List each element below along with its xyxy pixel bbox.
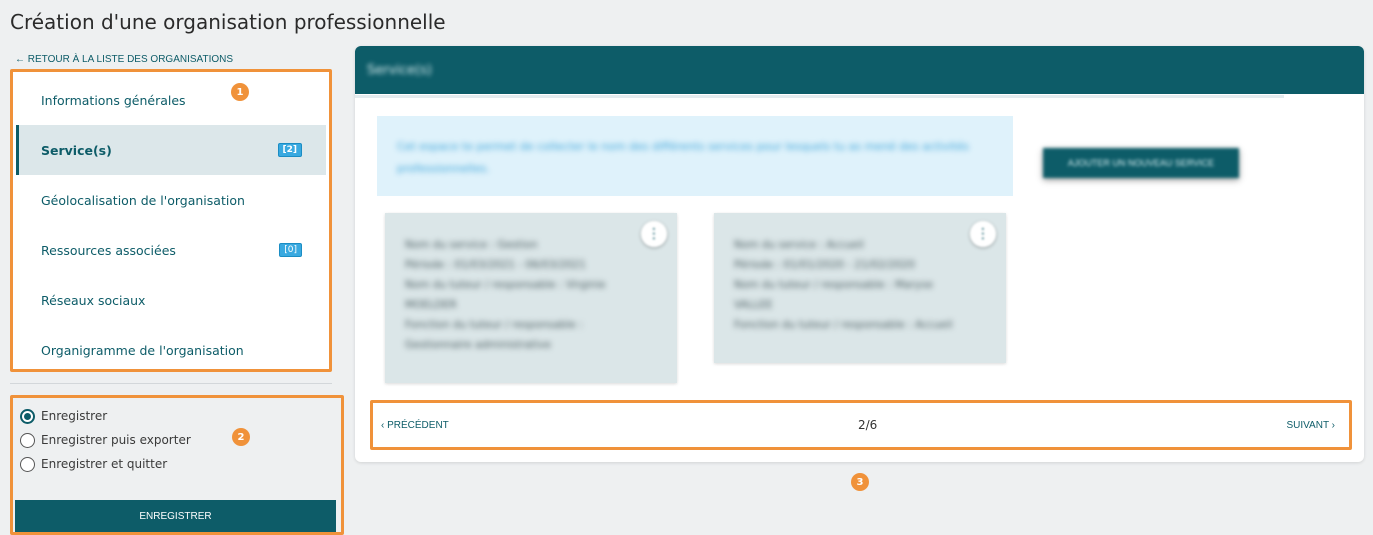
sidebar-item-org-chart[interactable]: Organigramme de l'organisation (16, 325, 326, 375)
service-card[interactable]: Nom du service : Accueil Période : 01/01… (714, 213, 1006, 363)
pagination: ‹ PRÉCÉDENT 2/6 SUIVANT › (370, 400, 1352, 450)
header-underline (355, 95, 1284, 98)
card-menu-icon[interactable]: ⋮ (970, 221, 996, 247)
radio-save-export[interactable]: Enregistrer puis exporter (13, 428, 341, 452)
card-line: Nom du tuteur / responsable : Maryse (734, 279, 933, 291)
previous-link[interactable]: ‹ PRÉCÉDENT (381, 420, 449, 431)
radio-save[interactable]: Enregistrer (13, 404, 341, 428)
sidebar-item-geolocation[interactable]: Géolocalisation de l'organisation (16, 175, 326, 225)
card-line: Période : 01/01/2020 - 21/02/2020 (734, 259, 915, 271)
count-badge: [0] (279, 243, 302, 257)
count-badge: [2] (277, 143, 302, 157)
sidebar-item-label: Ressources associées (41, 242, 176, 258)
sidebar-item-services[interactable]: Service(s) [2] (16, 125, 326, 175)
card-line: MOELDER (405, 299, 457, 311)
next-link[interactable]: SUIVANT › (1286, 420, 1335, 431)
sidebar-item-general-info[interactable]: Informations générales (16, 75, 326, 125)
callout-marker-1: 1 (231, 83, 249, 101)
callout-marker-2: 2 (232, 428, 250, 446)
services-panel: Service(s) Cet espace te permet de colle… (355, 46, 1364, 462)
add-service-button[interactable]: AJOUTER UN NOUVEAU SERVICE (1043, 148, 1239, 178)
card-menu-icon[interactable]: ⋮ (641, 221, 667, 247)
save-button[interactable]: ENREGISTRER (15, 500, 336, 532)
sidebar-item-resources[interactable]: Ressources associées [0] (16, 225, 326, 275)
page-indicator: 2/6 (857, 418, 878, 432)
sidebar-item-label: Organigramme de l'organisation (41, 342, 244, 358)
panel-header: Service(s) (355, 46, 1364, 98)
callout-marker-3: 3 (851, 473, 869, 491)
radio-label: Enregistrer et quitter (41, 457, 168, 471)
page-title: Création d'une organisation professionne… (10, 10, 446, 34)
section-navigation: Informations générales Service(s) [2] Gé… (10, 69, 332, 372)
panel-title: Service(s) (367, 63, 432, 78)
card-line: Période : 01/03/2021 - 06/03/2021 (405, 259, 586, 271)
radio-button[interactable] (20, 456, 35, 472)
sidebar-item-label: Réseaux sociaux (41, 292, 146, 308)
divider (10, 383, 332, 384)
sidebar-item-label: Informations générales (41, 92, 186, 108)
card-line: Nom du service : Accueil (734, 239, 864, 251)
info-text: Cet espace te permet de collecter le nom… (397, 140, 969, 175)
radio-label: Enregistrer puis exporter (41, 433, 191, 447)
save-options: Enregistrer Enregistrer puis exporter En… (10, 395, 344, 535)
card-line: Nom du tuteur / responsable : Virginie (405, 279, 606, 291)
card-line: Fonction du tuteur / responsable : (405, 319, 583, 331)
card-line: Nom du service : Gestion (405, 239, 538, 251)
radio-label: Enregistrer (41, 409, 108, 423)
radio-save-quit[interactable]: Enregistrer et quitter (13, 452, 341, 476)
card-line: Fonction du tuteur / responsable : Accue… (734, 319, 953, 331)
sidebar-item-label: Service(s) (41, 142, 112, 158)
info-callout: Cet espace te permet de collecter le nom… (377, 116, 1013, 196)
back-to-list-link[interactable]: ← RETOUR À LA LISTE DES ORGANISATIONS (15, 54, 233, 65)
radio-button-checked[interactable] (20, 408, 35, 424)
sidebar-item-social-networks[interactable]: Réseaux sociaux (16, 275, 326, 325)
radio-button[interactable] (20, 432, 35, 448)
card-line: VALLEE (734, 299, 773, 311)
sidebar-item-label: Géolocalisation de l'organisation (41, 192, 245, 208)
service-card[interactable]: Nom du service : Gestion Période : 01/03… (385, 213, 677, 383)
card-line: Gestionnaire administrative (405, 339, 551, 351)
